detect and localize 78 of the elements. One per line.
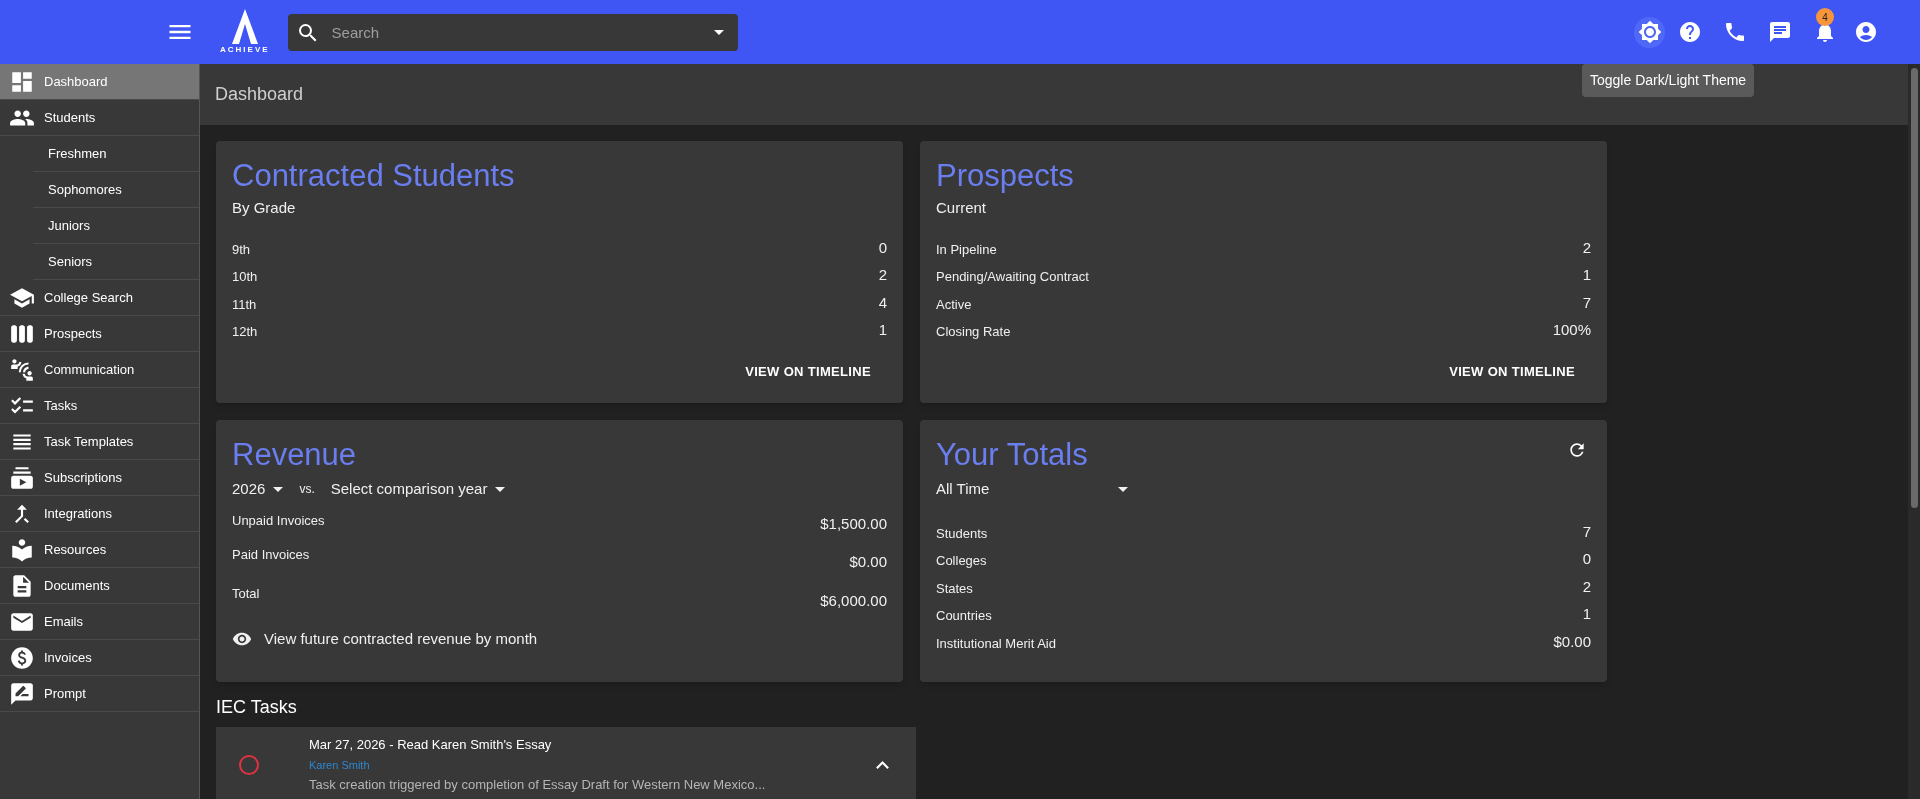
- people-signal-icon: [9, 356, 35, 383]
- dollar-coin-icon: [9, 644, 35, 671]
- logo-text: ACHIEVE: [220, 43, 270, 56]
- stat-label: Colleges: [936, 552, 987, 570]
- speech-pen-icon: [9, 680, 35, 707]
- help-icon: [1678, 20, 1702, 44]
- page-title: Dashboard: [215, 83, 304, 106]
- caret-icon: [713, 29, 724, 35]
- section-title: IEC Tasks: [216, 696, 298, 719]
- stat-value: $1,500.00: [820, 513, 887, 534]
- task-description: Task creation triggered by completion of Essay Draft for Western New Mexico...: [309, 776, 767, 794]
- logo-icon: [231, 8, 258, 44]
- stat-value: $0.00: [1553, 631, 1591, 652]
- stat-label: Paid Invoices: [232, 546, 310, 564]
- card-title: Prospects: [936, 157, 1074, 195]
- stat-value: 4: [878, 292, 887, 313]
- stat-value: 7: [1582, 521, 1591, 542]
- chevron-up-icon: [875, 760, 889, 769]
- period-select[interactable]: All Time: [936, 478, 1136, 501]
- search-field[interactable]: Search: [287, 13, 738, 51]
- stat-label: Unpaid Invoices: [232, 511, 325, 530]
- tooltip: Toggle Dark/Light Theme: [1582, 64, 1755, 97]
- stat-label: Pending/Awaiting Contract: [936, 268, 1089, 286]
- year-select[interactable]: 2026: [232, 478, 284, 501]
- stat-label: In Pipeline: [936, 240, 997, 259]
- caret-icon: [1118, 486, 1128, 492]
- card-subtitle: Current: [936, 198, 988, 218]
- task-card[interactable]: Mar 27, 2026 - Read Karen Smith's Essay Karen Smith Task creation triggered by completion of Essay Draft for Western New Mexico...: [216, 727, 916, 799]
- stat-value: 2: [878, 265, 887, 285]
- phone-button[interactable]: [1723, 20, 1747, 44]
- card-title: Your Totals: [936, 436, 1088, 474]
- theme-toggle-button[interactable]: [1634, 16, 1665, 48]
- stat-label: 12th: [232, 323, 258, 341]
- chat-button[interactable]: [1768, 20, 1792, 44]
- stat-value: 1: [878, 320, 887, 340]
- view-timeline-button[interactable]: VIEW ON TIMELINE: [1441, 357, 1583, 385]
- chat-icon: [1768, 20, 1792, 44]
- brightness-icon: [1637, 20, 1662, 44]
- stat-label: Active: [936, 295, 972, 314]
- stat-label: States: [936, 579, 973, 598]
- stat-value: 0: [878, 237, 887, 258]
- stat-value: 7: [1582, 292, 1591, 313]
- phone-icon: [1723, 20, 1747, 44]
- stat-value: 1: [1582, 265, 1591, 285]
- subscriptions-icon: [9, 464, 35, 491]
- sidebar-item[interactable]: Dashboard: [0, 64, 199, 100]
- stat-value: 0: [1582, 549, 1591, 569]
- reader-book-icon: [9, 536, 35, 563]
- help-button[interactable]: [1678, 20, 1702, 44]
- task-title: Mar 27, 2026 - Read Karen Smith's Essay: [309, 736, 553, 754]
- caret-icon: [273, 486, 284, 492]
- stat-value: 1: [1582, 604, 1591, 624]
- comparison-year-select[interactable]: Select comparison year: [330, 478, 506, 501]
- stat-label: 11th: [232, 295, 257, 314]
- stat-label: 9th: [232, 240, 251, 259]
- stat-label: 10th: [232, 268, 258, 286]
- refresh-button[interactable]: [1567, 440, 1587, 460]
- notification-badge: 4: [1816, 8, 1834, 26]
- stat-value: 2: [1582, 237, 1591, 258]
- view-timeline-button[interactable]: VIEW ON TIMELINE: [737, 357, 879, 385]
- future-revenue-link[interactable]: View future contracted revenue by month: [232, 628, 538, 651]
- stat-value: $6,000.00: [820, 590, 887, 611]
- stat-label: Students: [936, 524, 988, 543]
- card-subtitle: By Grade: [232, 198, 297, 218]
- account-icon: [1854, 20, 1878, 44]
- stat-value: 100%: [1552, 320, 1591, 340]
- account-button[interactable]: [1854, 20, 1878, 44]
- stat-label: Total: [232, 584, 260, 603]
- card-title: Contracted Students: [232, 157, 515, 195]
- stat-value: $0.00: [849, 552, 887, 572]
- stat-value: 2: [1582, 576, 1591, 597]
- refresh-icon: [1567, 440, 1587, 460]
- caret-icon: [495, 486, 506, 492]
- stat-label: Countries: [936, 607, 992, 625]
- vs-label: vs.: [299, 481, 315, 499]
- card-title: Revenue: [232, 436, 357, 474]
- stat-label: Closing Rate: [936, 323, 1011, 341]
- stat-label: Institutional Merit Aid: [936, 634, 1056, 653]
